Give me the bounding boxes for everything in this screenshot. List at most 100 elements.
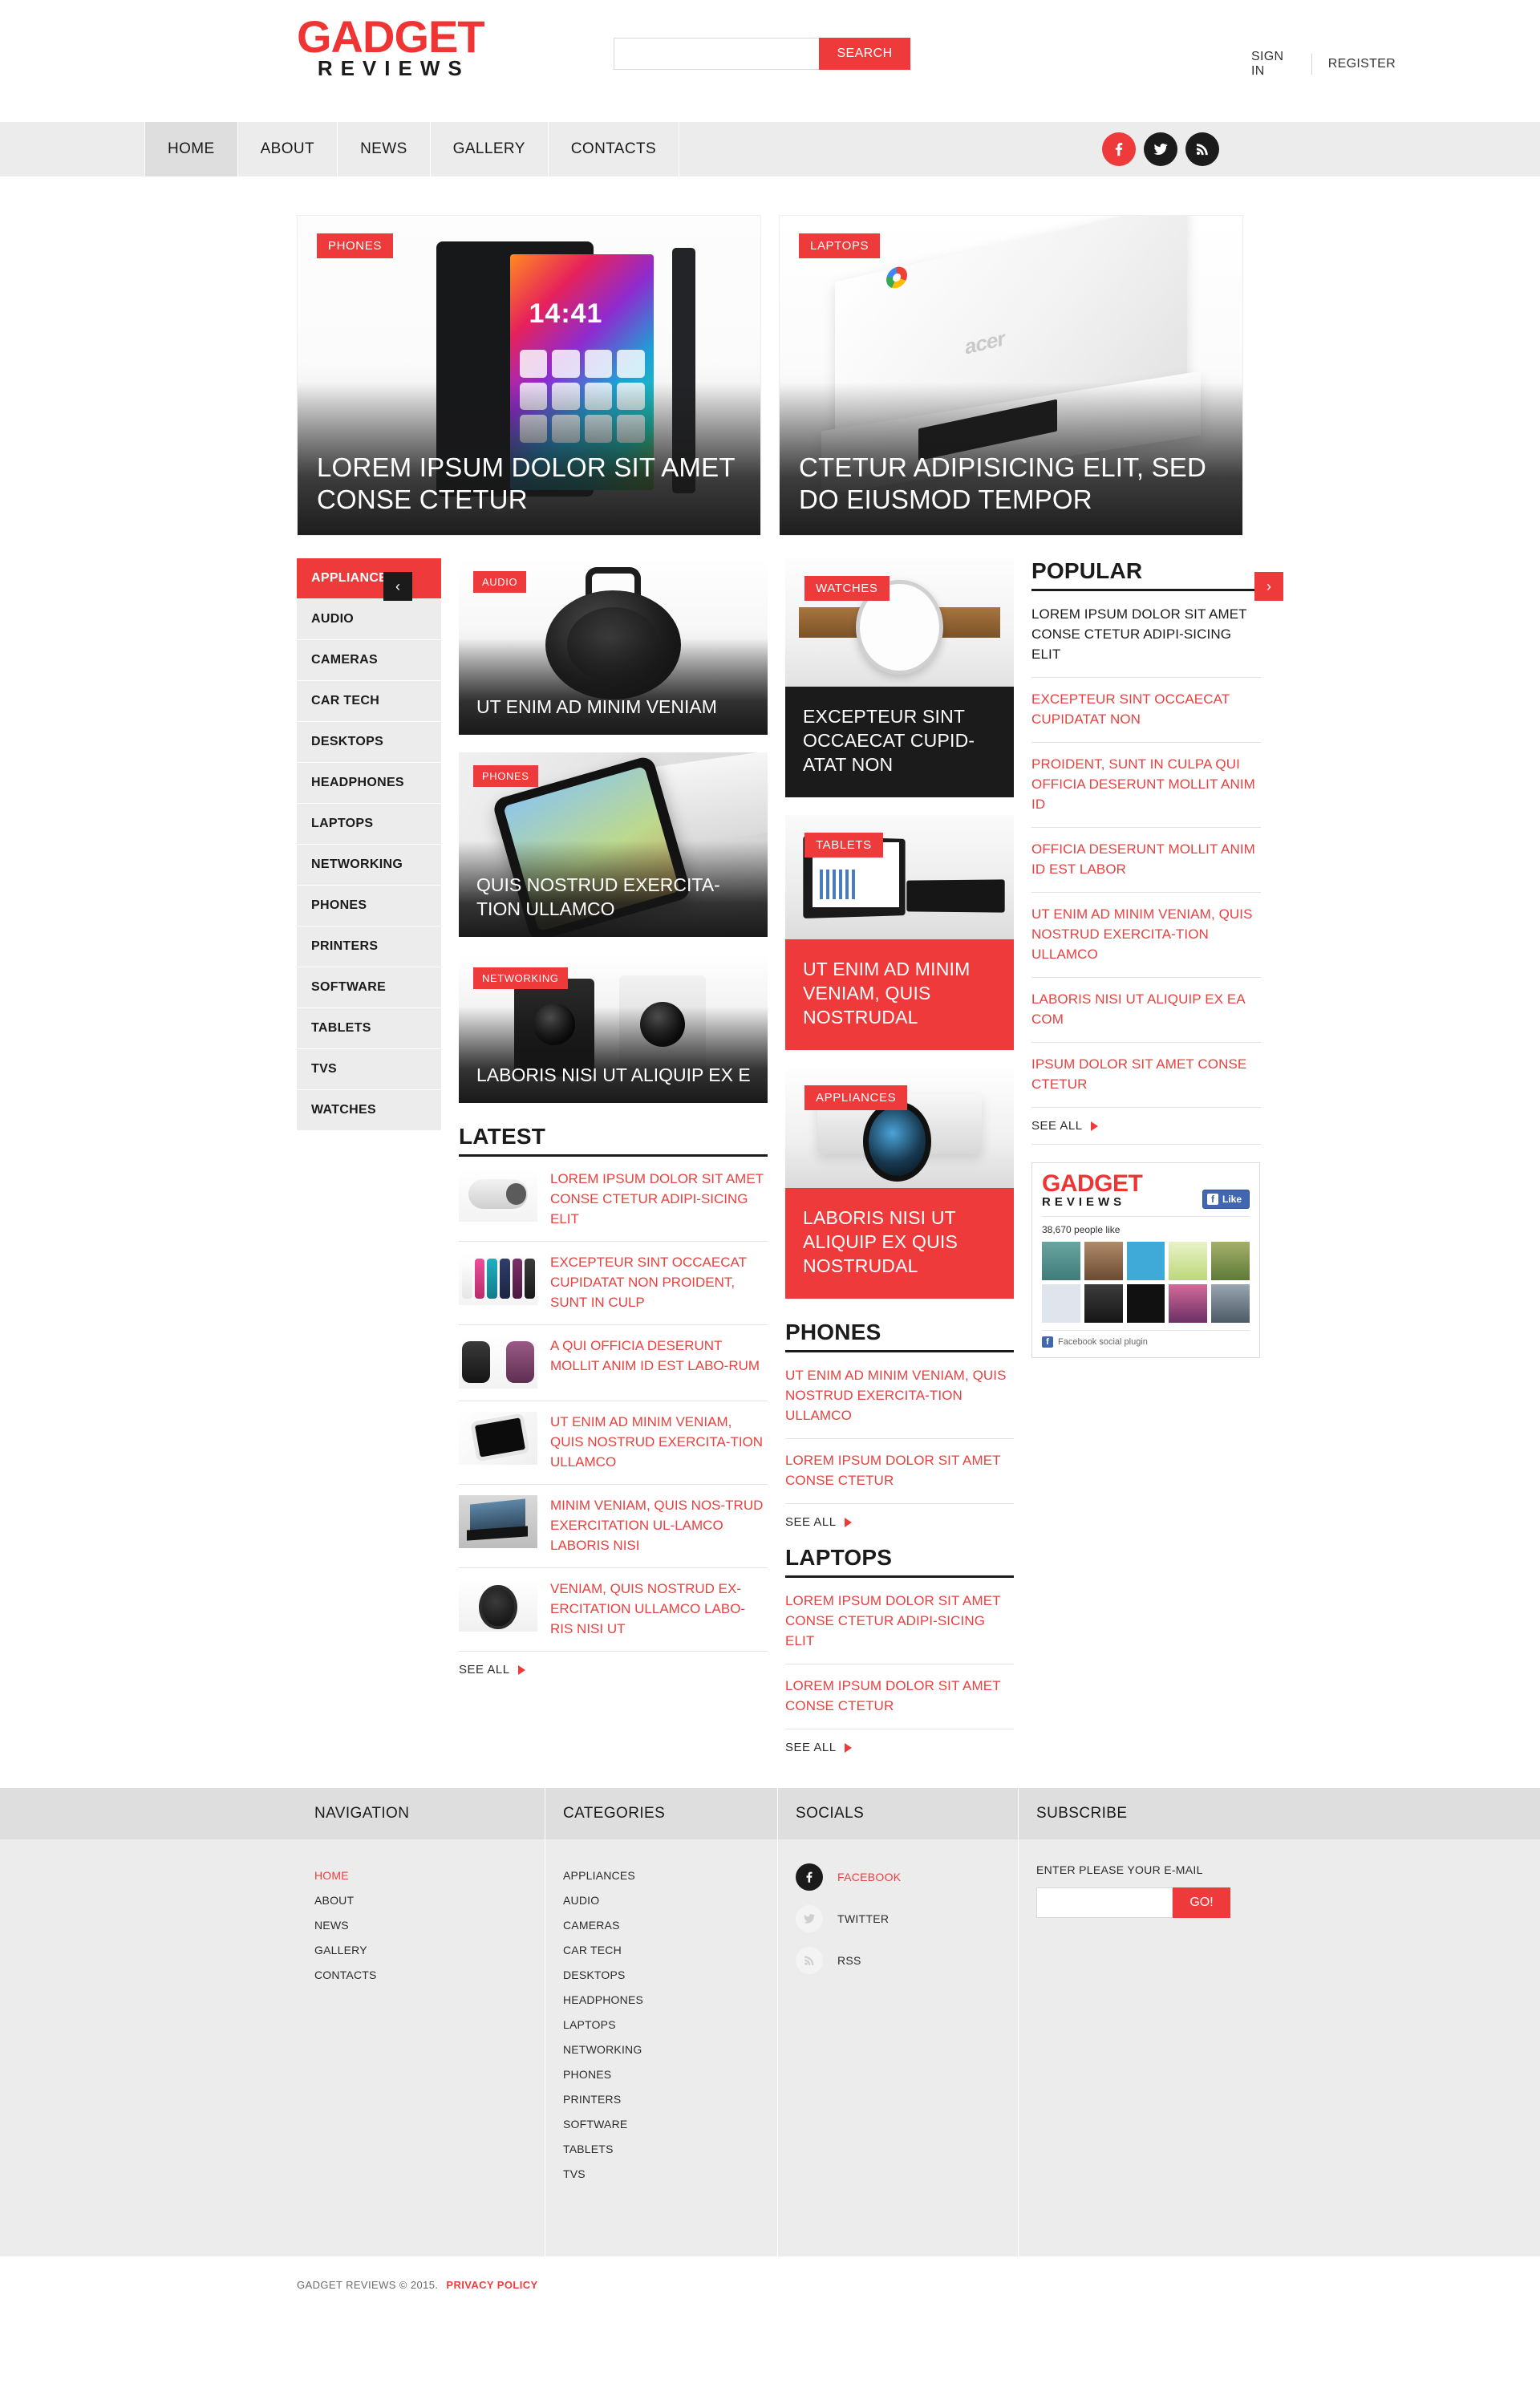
latest-link-4[interactable]: UT ENIM AD MINIM VENIAM, QUIS NOSTRUD EX… <box>550 1412 768 1472</box>
list-item[interactable]: A QUI OFFICIA DESERUNT MOLLIT ANIM ID ES… <box>459 1325 768 1401</box>
laptops-link-2[interactable]: LOREM IPSUM DOLOR SIT AMET CONSE CTETUR <box>785 1678 1000 1713</box>
latest-link-6[interactable]: VENIAM, QUIS NOSTRUD EX-ERCITATION ULLAM… <box>550 1579 768 1639</box>
popular-item-6[interactable]: LABORIS NISI UT ALIQUIP EX EA COM <box>1031 991 1245 1027</box>
footer-cat-laptops[interactable]: LAPTOPS <box>563 2013 760 2037</box>
footer-cat-cameras[interactable]: CAMERAS <box>563 1913 760 1938</box>
privacy-policy-link[interactable]: PRIVACY POLICY <box>446 2279 537 2291</box>
list-item[interactable]: UT ENIM AD MINIM VENIAM, QUIS NOSTRUD EX… <box>785 1354 1014 1439</box>
popular-item-5[interactable]: UT ENIM AD MINIM VENIAM, QUIS NOSTRUD EX… <box>1031 906 1253 962</box>
sidebar-item-networking[interactable]: NETWORKING <box>297 845 441 886</box>
footer-cat-networking[interactable]: NETWORKING <box>563 2037 760 2062</box>
footer-cat-printers[interactable]: PRINTERS <box>563 2087 760 2112</box>
card-audio[interactable]: AUDIO UT ENIM AD MINIM VENIAM <box>459 558 768 735</box>
list-item[interactable]: UT ENIM AD MINIM VENIAM, QUIS NOSTRUD EX… <box>1031 893 1261 978</box>
latest-link-5[interactable]: MINIM VENIAM, QUIS NOS-TRUD EXERCITATION… <box>550 1495 768 1555</box>
card-tag-watches[interactable]: WATCHES <box>804 576 890 601</box>
subscribe-go-button[interactable]: GO! <box>1173 1887 1230 1918</box>
list-item[interactable]: OFFICIA DESERUNT MOLLIT ANIM ID EST LABO… <box>1031 828 1261 893</box>
footer-cat-headphones[interactable]: HEADPHONES <box>563 1988 760 2013</box>
card-watches[interactable]: WATCHES EXCEPTEUR SINT OCCAECAT CUPID-AT… <box>785 558 1014 797</box>
list-item[interactable]: UT ENIM AD MINIM VENIAM, QUIS NOSTRUD EX… <box>459 1401 768 1485</box>
footer-social-rss[interactable]: RSS <box>796 1947 1000 1974</box>
popular-item-3[interactable]: PROIDENT, SUNT IN CULPA QUI OFFICIA DESE… <box>1031 756 1255 812</box>
nav-item-contacts[interactable]: CONTACTS <box>549 122 680 176</box>
footer-cat-tablets[interactable]: TABLETS <box>563 2137 760 2162</box>
list-item[interactable]: LOREM IPSUM DOLOR SIT AMET CONSE CTETUR <box>785 1439 1014 1504</box>
footer-cat-tvs[interactable]: TVS <box>563 2162 760 2187</box>
sidebar-item-tablets[interactable]: TABLETS <box>297 1008 441 1049</box>
latest-link-2[interactable]: EXCEPTEUR SINT OCCAECAT CUPIDATAT NON PR… <box>550 1252 768 1312</box>
nav-item-about[interactable]: ABOUT <box>238 122 338 176</box>
list-item[interactable]: VENIAM, QUIS NOSTRUD EX-ERCITATION ULLAM… <box>459 1568 768 1652</box>
search-input[interactable] <box>614 38 819 70</box>
sidebar-item-headphones[interactable]: HEADPHONES <box>297 763 441 804</box>
latest-see-all[interactable]: SEE ALL <box>459 1652 768 1681</box>
footer-cat-desktops[interactable]: DESKTOPS <box>563 1963 760 1988</box>
footer-cat-audio[interactable]: AUDIO <box>563 1888 760 1913</box>
list-item[interactable]: MINIM VENIAM, QUIS NOS-TRUD EXERCITATION… <box>459 1485 768 1568</box>
facebook-icon[interactable] <box>1102 132 1136 166</box>
footer-cat-car-tech[interactable]: CAR TECH <box>563 1938 760 1963</box>
card-tag-appliances[interactable]: APPLIANCES <box>804 1085 908 1110</box>
card-tag-audio[interactable]: AUDIO <box>473 571 527 593</box>
nav-item-home[interactable]: HOME <box>144 122 238 176</box>
sidebar-item-audio[interactable]: AUDIO <box>297 599 441 640</box>
hero-slide-phones[interactable]: 14:41 PHONES LOREM IPSUM DOLOR SIT AMET … <box>297 215 761 536</box>
footer-cat-phones[interactable]: PHONES <box>563 2062 760 2087</box>
sidebar-item-tvs[interactable]: TVS <box>297 1049 441 1090</box>
list-item[interactable]: PROIDENT, SUNT IN CULPA QUI OFFICIA DESE… <box>1031 743 1261 828</box>
footer-nav-about[interactable]: ABOUT <box>314 1888 527 1913</box>
search-button[interactable]: SEARCH <box>819 38 910 70</box>
latest-link-1[interactable]: LOREM IPSUM DOLOR SIT AMET CONSE CTETUR … <box>550 1169 768 1229</box>
popular-item-4[interactable]: OFFICIA DESERUNT MOLLIT ANIM ID EST LABO… <box>1031 841 1255 877</box>
sign-in-link[interactable]: SIGN IN <box>1251 50 1295 79</box>
popular-see-all[interactable]: SEE ALL <box>1031 1108 1261 1145</box>
sidebar-item-cameras[interactable]: CAMERAS <box>297 640 441 681</box>
list-item[interactable]: LABORIS NISI UT ALIQUIP EX EA COM <box>1031 978 1261 1043</box>
site-logo[interactable]: GADGET REVIEWS <box>297 14 485 79</box>
list-item[interactable]: EXCEPTEUR SINT OCCAECAT CUPIDATAT NON <box>1031 678 1261 743</box>
sidebar-item-phones[interactable]: PHONES <box>297 886 441 926</box>
nav-item-gallery[interactable]: GALLERY <box>431 122 549 176</box>
footer-cat-appliances[interactable]: APPLIANCES <box>563 1863 760 1888</box>
card-tablets[interactable]: TABLETS UT ENIM AD MINIM VENIAM, QUIS NO… <box>785 815 1014 1050</box>
facebook-like-button[interactable]: f Like <box>1202 1190 1250 1209</box>
list-item[interactable]: LOREM IPSUM DOLOR SIT AMET CONSE CTETUR … <box>785 1579 1014 1664</box>
footer-social-facebook[interactable]: FACEBOOK <box>796 1863 1000 1891</box>
popular-item-2[interactable]: EXCEPTEUR SINT OCCAECAT CUPIDATAT NON <box>1031 691 1230 727</box>
hero-tag-phones[interactable]: PHONES <box>317 233 393 258</box>
register-link[interactable]: REGISTER <box>1328 57 1396 71</box>
card-tag-tablets[interactable]: TABLETS <box>804 833 883 858</box>
footer-social-twitter[interactable]: TWITTER <box>796 1905 1000 1932</box>
hero-tag-laptops[interactable]: LAPTOPS <box>799 233 881 258</box>
footer-nav-gallery[interactable]: GALLERY <box>314 1938 527 1963</box>
popular-item-7[interactable]: IPSUM DOLOR SIT AMET CONSE CTETUR <box>1031 1056 1246 1092</box>
laptops-link-1[interactable]: LOREM IPSUM DOLOR SIT AMET CONSE CTETUR … <box>785 1593 1000 1648</box>
card-tag-networking[interactable]: NETWORKING <box>473 967 568 989</box>
subscribe-email-input[interactable] <box>1036 1887 1173 1918</box>
slider-prev-button[interactable]: ‹ <box>383 572 412 601</box>
sidebar-item-watches[interactable]: WATCHES <box>297 1090 441 1131</box>
sidebar-item-desktops[interactable]: DESKTOPS <box>297 722 441 763</box>
rss-icon[interactable] <box>1185 132 1219 166</box>
footer-nav-news[interactable]: NEWS <box>314 1913 527 1938</box>
sidebar-item-laptops[interactable]: LAPTOPS <box>297 804 441 845</box>
list-item[interactable]: LOREM IPSUM DOLOR SIT AMET CONSE CTETUR … <box>459 1158 768 1242</box>
list-item[interactable]: LOREM IPSUM DOLOR SIT AMET CONSE CTETUR <box>785 1664 1014 1729</box>
sidebar-item-software[interactable]: SOFTWARE <box>297 967 441 1008</box>
list-item[interactable]: IPSUM DOLOR SIT AMET CONSE CTETUR <box>1031 1043 1261 1108</box>
list-item[interactable]: LOREM IPSUM DOLOR SIT AMET CONSE CTETUR … <box>1031 593 1261 678</box>
footer-nav-home[interactable]: HOME <box>314 1863 527 1888</box>
phones-link-1[interactable]: UT ENIM AD MINIM VENIAM, QUIS NOSTRUD EX… <box>785 1368 1007 1423</box>
card-appliances[interactable]: APPLIANCES LABORIS NISI UT ALIQUIP EX QU… <box>785 1068 1014 1299</box>
sidebar-item-car-tech[interactable]: CAR TECH <box>297 681 441 722</box>
hero-slide-laptops[interactable]: acer LAPTOPS CTETUR ADIPISICING ELIT, SE… <box>779 215 1243 536</box>
card-tag-phones[interactable]: PHONES <box>473 765 538 787</box>
sidebar-item-printers[interactable]: PRINTERS <box>297 926 441 967</box>
footer-nav-contacts[interactable]: CONTACTS <box>314 1963 527 1988</box>
phones-link-2[interactable]: LOREM IPSUM DOLOR SIT AMET CONSE CTETUR <box>785 1453 1000 1488</box>
list-item[interactable]: EXCEPTEUR SINT OCCAECAT CUPIDATAT NON PR… <box>459 1242 768 1325</box>
laptops-see-all[interactable]: SEE ALL <box>785 1729 1014 1759</box>
sidebar-item-appliances[interactable]: APPLIANCES <box>297 558 441 599</box>
twitter-icon[interactable] <box>1144 132 1177 166</box>
